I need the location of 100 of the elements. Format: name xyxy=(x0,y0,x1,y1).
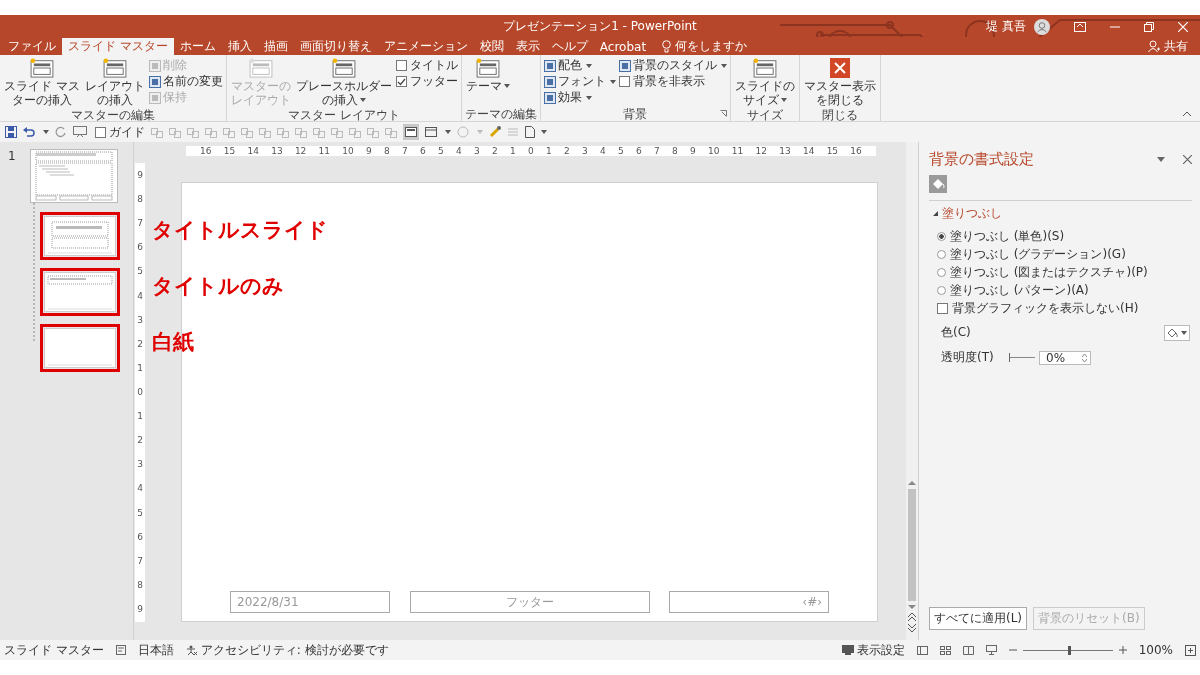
ribbon-button[interactable]: 効果 xyxy=(543,90,616,105)
scroll-up-icon[interactable] xyxy=(908,480,916,486)
close-icon xyxy=(828,58,851,78)
ribbon-button[interactable]: スライドの サイズ xyxy=(733,57,796,108)
collapse-ribbon-icon[interactable] xyxy=(1182,111,1192,117)
ribbon-tab[interactable]: 表示 xyxy=(509,38,546,55)
pane-button[interactable]: すべてに適用(L) xyxy=(929,607,1028,630)
ribbon-tab[interactable]: ホーム xyxy=(173,38,222,55)
slide-sorter-icon[interactable] xyxy=(939,645,951,655)
ribbon-tab[interactable]: 校閲 xyxy=(473,38,510,55)
person-icon xyxy=(1148,40,1160,52)
checkbox[interactable]: 背景グラフィックを表示しない(H) xyxy=(937,300,1139,316)
fill-tab[interactable] xyxy=(929,175,947,193)
display-settings-button[interactable]: 表示設定 xyxy=(841,641,905,659)
zoom-level[interactable]: 100% xyxy=(1138,643,1173,657)
rectangle-icon[interactable] xyxy=(425,126,437,138)
master-thumbnail[interactable] xyxy=(29,149,118,203)
ruler-number: 14 xyxy=(802,146,815,156)
brush-icon[interactable] xyxy=(489,126,501,138)
ruler-number: 2 xyxy=(137,436,143,446)
checkbox[interactable]: ガイド xyxy=(95,124,145,140)
ribbon-tab[interactable]: スライド マスター xyxy=(62,38,174,55)
ribbon-tab[interactable]: 挿入 xyxy=(221,38,258,55)
slide-layout-icon xyxy=(28,58,55,78)
ribbon-display-icon[interactable] xyxy=(1074,21,1086,32)
color-picker-button[interactable] xyxy=(1164,324,1190,341)
scroll-thumb[interactable] xyxy=(908,489,916,601)
slide-layout-icon xyxy=(330,58,357,78)
customize-icon[interactable] xyxy=(541,129,547,135)
group-label: サイズ xyxy=(746,106,783,124)
accessibility-status[interactable]: アクセシビリティ: 検討が必要です xyxy=(185,641,389,659)
ribbon-tab[interactable]: Acrobat xyxy=(593,38,653,55)
language-status[interactable]: 日本語 xyxy=(137,641,174,659)
slide-number: 1 xyxy=(8,149,16,163)
square-icon xyxy=(148,59,161,72)
ribbon-button[interactable]: 名前の変更 xyxy=(148,74,223,89)
ribbon-tab[interactable]: 画面切り替え xyxy=(293,38,378,55)
ruler-number: 6 xyxy=(137,532,143,542)
ruler-number: 7 xyxy=(137,556,143,566)
square-icon xyxy=(148,75,161,88)
radio-option[interactable]: 塗りつぶし (単色)(S) xyxy=(937,228,1065,244)
close-icon[interactable] xyxy=(1183,155,1192,164)
avatar-icon[interactable] xyxy=(1034,18,1050,35)
checkbox[interactable]: 背景を非表示 xyxy=(618,74,727,89)
restore-icon[interactable] xyxy=(1144,21,1154,32)
checkbox[interactable]: フッター xyxy=(395,74,458,89)
notes-icon[interactable] xyxy=(115,645,126,655)
layout-thumbnail[interactable] xyxy=(40,268,120,316)
share-button[interactable]: 共有 xyxy=(1142,37,1194,55)
ruler-number: 1 xyxy=(510,146,516,156)
plus-icon[interactable] xyxy=(1118,646,1127,654)
dialog-launcher-icon[interactable] xyxy=(719,110,727,117)
tell-me-button[interactable]: 何をしますか xyxy=(656,38,754,55)
ruler-number: 7 xyxy=(402,146,408,156)
undo-icon[interactable] xyxy=(23,126,35,138)
radio-option[interactable]: 塗りつぶし (図またはテクスチャ)(P) xyxy=(937,264,1148,280)
radio-option[interactable]: 塗りつぶし (グラデーション)(G) xyxy=(937,246,1126,262)
page-icon[interactable] xyxy=(525,126,535,138)
layout-tool-button[interactable] xyxy=(403,124,419,140)
ribbon-button[interactable]: 配色 xyxy=(543,58,616,73)
layout-thumbnail[interactable] xyxy=(40,212,120,260)
ribbon-button[interactable]: レイアウト の挿入 xyxy=(83,57,146,108)
ribbon-button[interactable]: マスター表示 を閉じる xyxy=(802,57,877,108)
scroll-down-icon[interactable] xyxy=(908,604,916,610)
slide-layout-icon xyxy=(474,58,501,78)
previous-slide-icon[interactable] xyxy=(908,613,916,621)
ribbon-button[interactable]: テーマ xyxy=(464,57,511,94)
next-slide-icon[interactable] xyxy=(908,624,916,632)
ribbon-tab[interactable]: ファイル xyxy=(2,38,62,55)
section-header[interactable]: 塗りつぶし xyxy=(929,205,1192,222)
ribbon-button[interactable]: プレースホルダー の挿入 xyxy=(294,57,393,108)
normal-view-icon[interactable] xyxy=(916,645,928,655)
ribbon-tab[interactable]: アニメーション xyxy=(377,38,474,55)
slide-show-icon[interactable] xyxy=(73,126,87,138)
ribbon-button[interactable]: スライド マス ターの挿入 xyxy=(3,57,81,108)
group-label: 閉じる xyxy=(821,106,858,124)
pane-options-icon[interactable] xyxy=(1157,157,1165,162)
ribbon-tab[interactable]: ヘルプ xyxy=(545,38,594,55)
redo-icon[interactable] xyxy=(55,126,67,138)
fit-to-window-icon[interactable] xyxy=(1185,644,1196,656)
ribbon-button[interactable]: 背景のスタイル xyxy=(618,58,727,73)
slide-show-icon[interactable] xyxy=(985,645,997,655)
minus-icon[interactable] xyxy=(1008,646,1017,654)
ruler-number: 11 xyxy=(318,146,331,156)
ruler-number: 4 xyxy=(137,291,143,301)
field-label: 透明度(T) xyxy=(941,349,995,366)
slide-layout-icon xyxy=(751,58,778,78)
ribbon-tab[interactable]: 描画 xyxy=(257,38,294,55)
ruler-number: 4 xyxy=(456,146,462,156)
layout-thumbnail[interactable] xyxy=(40,324,120,372)
ruler-number: 10 xyxy=(708,146,720,156)
radio-option[interactable]: 塗りつぶし (パターン)(A) xyxy=(937,282,1089,298)
ruler-number: 5 xyxy=(137,508,143,518)
reading-view-icon[interactable] xyxy=(962,645,974,655)
ruler-number: 5 xyxy=(137,267,143,277)
checkbox[interactable]: タイトル xyxy=(395,58,458,73)
save-icon[interactable] xyxy=(5,126,17,138)
ribbon-button[interactable]: フォント xyxy=(543,74,616,89)
slide-layout-icon xyxy=(247,58,274,78)
spin-field[interactable]: 0% xyxy=(1039,350,1091,365)
